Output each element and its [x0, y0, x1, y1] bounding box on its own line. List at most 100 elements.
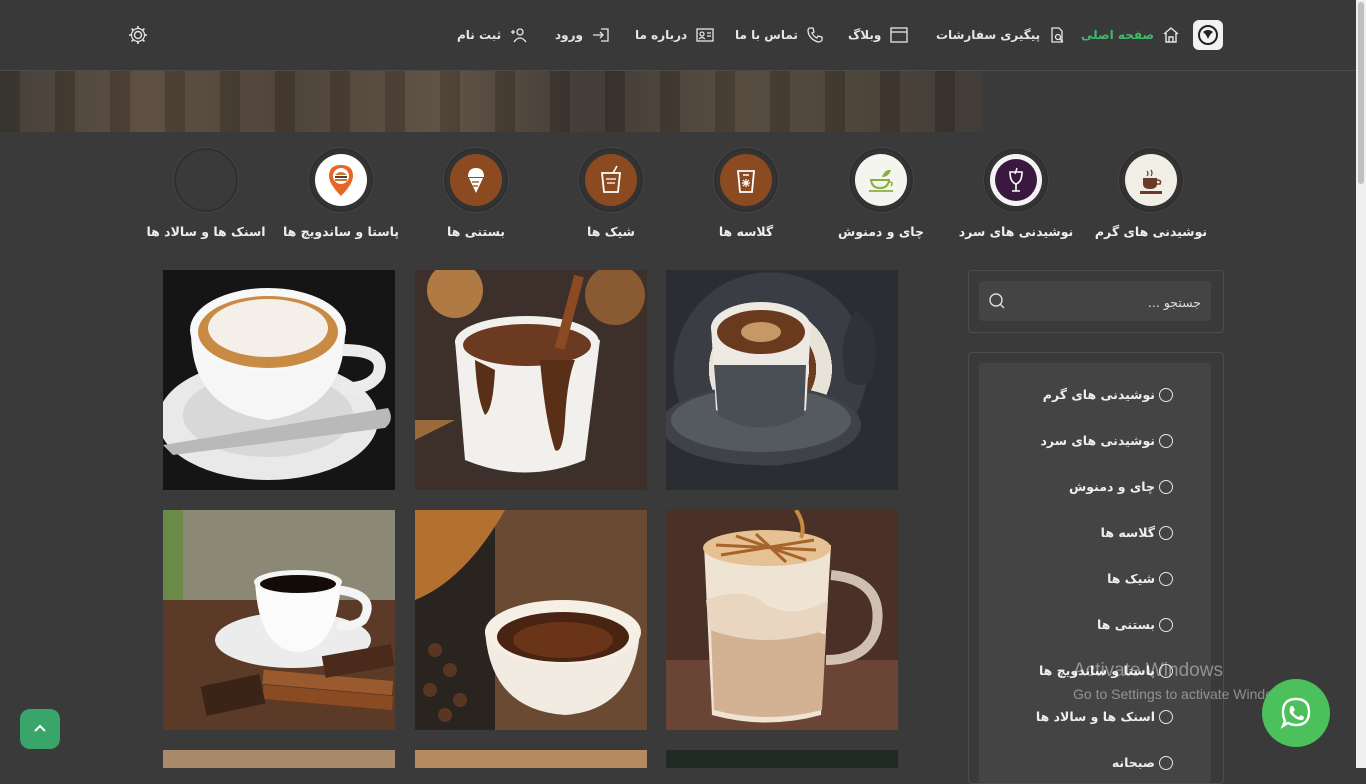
cold-drink-icon	[990, 154, 1042, 206]
category-label: نوشیدنی های گرم	[1094, 224, 1208, 239]
nav-about-label: درباره ما	[635, 28, 688, 42]
nav-contact[interactable]: تماس با ما	[735, 24, 824, 46]
product-card-cappuccino[interactable]	[163, 270, 395, 490]
category-filter-panel: نوشیدنی های گرم نوشیدنی های سرد چای و دم…	[968, 352, 1224, 784]
home-icon	[1163, 27, 1179, 43]
filter-option[interactable]: اسنک ها و سالاد ها	[1036, 709, 1173, 724]
add-user-icon	[511, 28, 527, 43]
phone-icon	[807, 27, 823, 43]
scroll-to-top-button[interactable]	[20, 709, 60, 749]
radio-icon[interactable]	[1159, 755, 1173, 770]
nav-blog-label: وبلاگ	[848, 28, 882, 42]
category-label: بستنی ها	[447, 224, 505, 239]
nav-about[interactable]: درباره ما	[635, 24, 715, 46]
nav-home-label: صفحه اصلی	[1081, 28, 1155, 42]
category-ice-cream[interactable]: بستنی ها	[406, 148, 546, 239]
logo-icon	[1198, 25, 1218, 45]
shake-icon	[585, 154, 637, 206]
radio-icon[interactable]	[1159, 387, 1173, 402]
radio-icon[interactable]	[1159, 617, 1173, 632]
nav-register-label: ثبت نام	[457, 28, 502, 42]
iced-glass-icon	[720, 154, 772, 206]
cappuccino-photo	[163, 270, 395, 490]
category-label: شیک ها	[587, 224, 635, 239]
radio-icon[interactable]	[1159, 479, 1173, 494]
category-cold-drinks[interactable]: نوشیدنی های سرد	[946, 148, 1086, 239]
tea-cup-icon	[855, 154, 907, 206]
hot-chocolate-photo	[415, 270, 647, 490]
nav-orders[interactable]: پیگیری سفارشات	[936, 24, 1066, 46]
product-card-hot-chocolate[interactable]	[415, 270, 647, 490]
turkish-coffee-photo	[666, 302, 876, 465]
product-card-black-coffee[interactable]	[163, 510, 395, 730]
hero-banner-image	[0, 71, 983, 132]
gear-icon	[129, 26, 147, 44]
nav-login[interactable]: ورود	[555, 24, 611, 46]
category-iced[interactable]: گلاسه ها	[676, 148, 816, 239]
search-panel	[968, 270, 1224, 333]
top-navbar: صفحه اصلی پیگیری سفارشات وبلاگ تماس با م…	[0, 0, 1356, 71]
search-field-wrapper	[979, 281, 1211, 321]
category-hot-drinks[interactable]: نوشیدنی های گرم	[1081, 148, 1221, 239]
search-input[interactable]	[1019, 290, 1203, 314]
nav-login-label: ورود	[555, 28, 583, 42]
category-label: گلاسه ها	[718, 224, 774, 239]
category-shakes[interactable]: شیک ها	[541, 148, 681, 239]
category-label: پاستا و ساندویچ ها	[282, 224, 400, 239]
category-label: نوشیدنی های سرد	[958, 224, 1074, 239]
filter-label: گلاسه ها	[1100, 525, 1155, 540]
radio-icon[interactable]	[1159, 433, 1173, 448]
page-scrollbar-thumb[interactable]	[1358, 2, 1364, 184]
radio-icon[interactable]	[1159, 525, 1173, 540]
chevron-up-icon	[34, 724, 46, 732]
order-search-icon	[1051, 27, 1064, 43]
burger-pin-icon	[315, 154, 367, 206]
product-card-partial[interactable]	[415, 750, 647, 768]
radio-icon[interactable]	[1159, 709, 1173, 724]
filter-option[interactable]: شیک ها	[1107, 571, 1173, 586]
black-coffee-photo	[163, 510, 395, 730]
caramel-latte-photo	[666, 510, 898, 730]
activation-watermark-subtitle: Go to Settings to activate Windows.	[1073, 686, 1294, 702]
id-card-icon	[696, 28, 714, 42]
coffee-cup-icon	[1125, 154, 1177, 206]
filter-label: بستنی ها	[1097, 617, 1155, 632]
nav-register[interactable]: ثبت نام	[457, 24, 529, 46]
filter-list: نوشیدنی های گرم نوشیدنی های سرد چای و دم…	[979, 363, 1211, 783]
category-snacks-salads[interactable]: اسنک ها و سالاد ها	[136, 148, 276, 239]
filter-option[interactable]: گلاسه ها	[1101, 525, 1173, 540]
nav-home[interactable]: صفحه اصلی	[1081, 24, 1180, 46]
product-card-espresso[interactable]	[415, 510, 647, 730]
product-card-partial[interactable]	[163, 750, 395, 768]
category-image-placeholder	[180, 154, 232, 206]
site-logo[interactable]	[1193, 20, 1223, 50]
product-card-turkish-coffee[interactable]	[666, 270, 898, 490]
search-button[interactable]	[987, 291, 1007, 315]
ice-cream-icon	[450, 154, 502, 206]
filter-option[interactable]: نوشیدنی های گرم	[1043, 387, 1173, 402]
whatsapp-button[interactable]	[1262, 679, 1330, 747]
filter-label: اسنک ها و سالاد ها	[1035, 709, 1155, 724]
nav-orders-label: پیگیری سفارشات	[936, 28, 1041, 42]
filter-label: شیک ها	[1107, 571, 1155, 586]
theme-settings-button[interactable]	[127, 24, 149, 50]
radio-icon[interactable]	[1159, 571, 1173, 586]
category-label: چای و دمنوش	[838, 224, 924, 239]
category-pasta-sandwich[interactable]: پاستا و ساندویچ ها	[271, 148, 411, 239]
filter-option[interactable]: بستنی ها	[1097, 617, 1173, 632]
nav-blog[interactable]: وبلاگ	[848, 24, 909, 46]
product-card-caramel-latte[interactable]	[666, 510, 898, 730]
filter-label: چای و دمنوش	[1069, 479, 1155, 494]
filter-option[interactable]: نوشیدنی های سرد	[1041, 433, 1173, 448]
browser-window-icon	[890, 27, 909, 43]
espresso-cup-photo	[415, 510, 647, 730]
whatsapp-icon	[1280, 697, 1311, 729]
category-label: اسنک ها و سالاد ها	[146, 224, 266, 239]
search-icon	[989, 293, 1005, 309]
category-tea[interactable]: چای و دمنوش	[811, 148, 951, 239]
filter-option[interactable]: چای و دمنوش	[1069, 479, 1173, 494]
nav-contact-label: تماس با ما	[735, 28, 798, 42]
filter-label: نوشیدنی های گرم	[1042, 387, 1155, 402]
login-icon	[592, 28, 609, 42]
product-card-partial[interactable]	[666, 750, 898, 768]
